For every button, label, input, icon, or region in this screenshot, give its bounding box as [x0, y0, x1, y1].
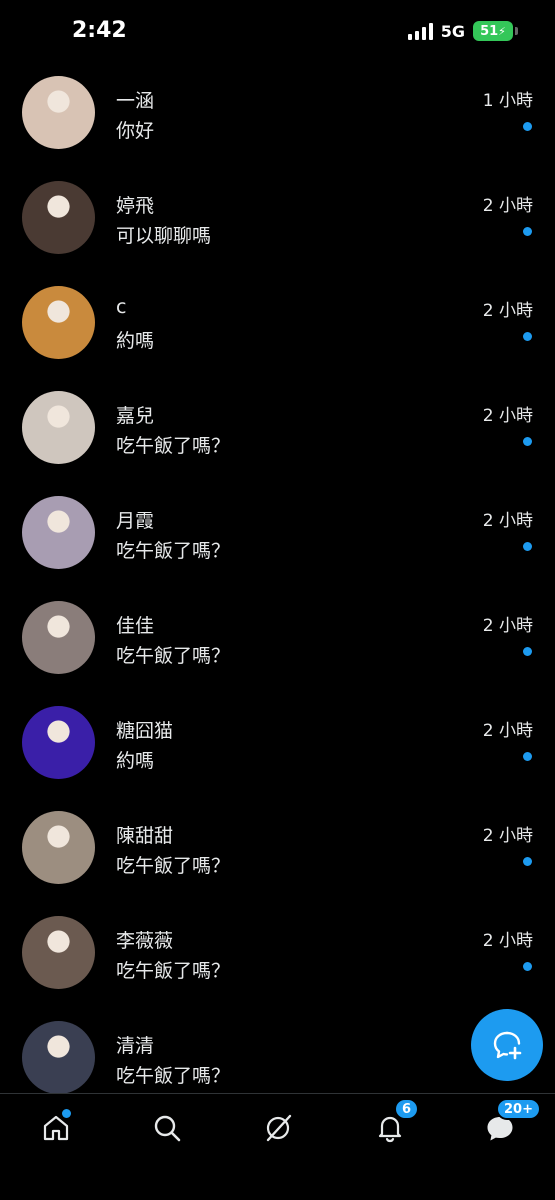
- conversation-name: 嘉兒: [116, 405, 155, 427]
- unread-indicator: [523, 437, 532, 446]
- conversation-time: 1 小時: [482, 91, 533, 111]
- conversation-time: 2 小時: [482, 406, 533, 426]
- conversation-last-message: 吃午飯了嗎？: [116, 435, 231, 457]
- conversation-last-message: 可以聊聊嗎: [116, 225, 212, 247]
- conversation-last-message: 吃午飯了嗎？: [116, 645, 231, 667]
- avatar[interactable]: [22, 601, 95, 674]
- status-bar: 2:42 5G 51 ⚡: [0, 0, 555, 66]
- unread-indicator: [523, 647, 532, 656]
- battery-icon: 51 ⚡: [473, 21, 518, 41]
- status-time: 2:42: [72, 18, 127, 43]
- conversation-item[interactable]: 一涵 你好 1 小時: [0, 58, 555, 163]
- nav-messages[interactable]: 20+: [480, 1098, 541, 1148]
- unread-indicator: [523, 857, 532, 866]
- conversation-name: 月霞: [116, 510, 155, 532]
- conversation-name: 清清: [116, 1035, 155, 1057]
- conversation-time: 2 小時: [482, 616, 533, 636]
- conversation-name: 糖囧猫: [116, 720, 174, 742]
- conversation-item[interactable]: 李薇薇 吃午飯了嗎？ 2 小時: [0, 898, 555, 1003]
- search-icon: [154, 1115, 181, 1142]
- avatar[interactable]: [22, 811, 95, 884]
- avatar[interactable]: [22, 496, 95, 569]
- conversation-time: 2 小時: [482, 721, 533, 741]
- avatar[interactable]: [22, 391, 95, 464]
- unread-indicator: [523, 332, 532, 341]
- avatar[interactable]: [22, 286, 95, 359]
- conversation-name: 婷飛: [116, 195, 155, 217]
- conversation-list: 一涵 你好 1 小時 婷飛 可以聊聊嗎 2 小時 c 約嗎 2 小時 嘉兒 吃午…: [0, 58, 555, 1093]
- conversation-time: 2 小時: [482, 826, 533, 846]
- conversation-name: 陳甜甜: [116, 825, 174, 847]
- conversation-name: c: [116, 296, 127, 318]
- status-indicators: 5G 51 ⚡: [407, 21, 518, 41]
- conversation-item[interactable]: 佳佳 吃午飯了嗎？ 2 小時: [0, 583, 555, 688]
- conversation-time: 2 小時: [482, 511, 533, 531]
- conversation-last-message: 吃午飯了嗎？: [116, 855, 231, 877]
- conversation-name: 李薇薇: [116, 930, 174, 952]
- unread-indicator: [523, 122, 532, 131]
- avatar[interactable]: [22, 181, 95, 254]
- signal-icon: [407, 22, 433, 40]
- new-message-icon: [493, 1031, 522, 1060]
- conversation-item[interactable]: 月霞 吃午飯了嗎？ 2 小時: [0, 478, 555, 583]
- avatar[interactable]: [22, 76, 95, 149]
- conversation-last-message: 吃午飯了嗎？: [116, 540, 231, 562]
- home-notification-dot: [62, 1109, 71, 1118]
- nav-search[interactable]: [147, 1108, 187, 1148]
- notifications-badge: 6: [394, 1098, 420, 1120]
- conversation-time: 2 小時: [482, 931, 533, 951]
- messages-badge: 20+: [496, 1098, 541, 1120]
- conversation-last-message: 吃午飯了嗎？: [116, 960, 231, 982]
- conversation-item[interactable]: 陳甜甜 吃午飯了嗎？ 2 小時: [0, 793, 555, 898]
- conversation-name: 佳佳: [116, 615, 155, 637]
- new-message-button[interactable]: [471, 1009, 543, 1081]
- conversation-last-message: 吃午飯了嗎？: [116, 1065, 231, 1087]
- avatar[interactable]: [22, 1021, 95, 1093]
- nav-home[interactable]: [36, 1108, 76, 1148]
- bottom-navigation: 6 20+: [0, 1093, 555, 1200]
- unread-indicator: [523, 962, 532, 971]
- conversation-item[interactable]: 婷飛 可以聊聊嗎 2 小時: [0, 163, 555, 268]
- conversation-name: 一涵: [116, 90, 155, 112]
- nav-grok[interactable]: [258, 1108, 298, 1148]
- conversation-last-message: 你好: [116, 120, 155, 142]
- network-label: 5G: [440, 21, 465, 41]
- unread-indicator: [523, 752, 532, 761]
- conversation-last-message: 約嗎: [116, 330, 155, 352]
- avatar[interactable]: [22, 916, 95, 989]
- unread-indicator: [523, 227, 532, 236]
- conversation-last-message: 約嗎: [116, 750, 155, 772]
- avatar[interactable]: [22, 706, 95, 779]
- unread-indicator: [523, 542, 532, 551]
- conversation-time: 2 小時: [482, 301, 533, 321]
- conversation-item[interactable]: 糖囧猫 約嗎 2 小時: [0, 688, 555, 793]
- conversation-time: 2 小時: [482, 196, 533, 216]
- conversation-item[interactable]: 嘉兒 吃午飯了嗎？ 2 小時: [0, 373, 555, 478]
- nav-notifications[interactable]: 6: [370, 1098, 420, 1148]
- grok-icon: [266, 1114, 292, 1142]
- conversation-item[interactable]: c 約嗎 2 小時: [0, 268, 555, 373]
- battery-level: 51: [480, 23, 499, 39]
